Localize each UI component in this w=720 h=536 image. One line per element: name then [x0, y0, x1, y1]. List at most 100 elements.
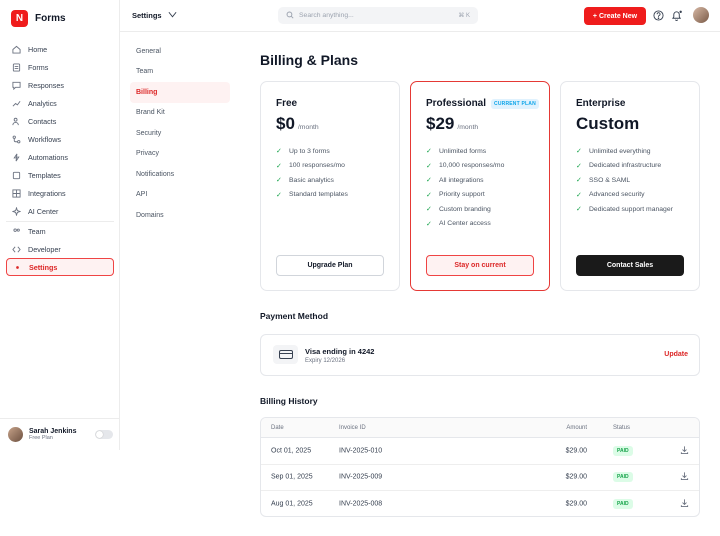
- stay-on-current-button[interactable]: Stay on current: [426, 255, 534, 276]
- sidebar-item-contacts[interactable]: Contacts: [6, 112, 114, 130]
- sidebar-item-label: Settings: [29, 262, 58, 272]
- sidebar-item-home[interactable]: Home: [6, 40, 114, 58]
- subnav-item-notifications[interactable]: Notifications: [120, 164, 240, 185]
- download-icon[interactable]: [680, 472, 689, 483]
- subnav-item-api[interactable]: API: [120, 185, 240, 206]
- sidebar-item-label: Analytics: [28, 98, 57, 108]
- invoice-amount: $29.00: [565, 500, 587, 508]
- feature-item: ✓ Advanced security: [576, 188, 673, 203]
- breadcrumb[interactable]: Settings: [132, 11, 177, 20]
- chat-icon: [12, 81, 21, 90]
- sidebar-item-automations[interactable]: Automations: [6, 148, 114, 166]
- sidebar-item-ai-center[interactable]: AI Center: [6, 202, 114, 220]
- brand[interactable]: N Forms: [11, 10, 66, 27]
- plan-price: $29 /month: [426, 114, 478, 134]
- feature-label: Up to 3 forms: [289, 147, 330, 155]
- home-icon: [12, 45, 21, 54]
- plan-name: Professional CURRENT PLAN: [426, 98, 539, 109]
- check-icon: ✓: [576, 148, 582, 156]
- upgrade-plan-button[interactable]: Upgrade Plan: [276, 255, 384, 276]
- check-icon: ✓: [576, 162, 582, 170]
- feature-list: ✓ Up to 3 forms ✓ 100 responses/mo ✓ Basic …: [276, 144, 348, 202]
- card-expiry: Expiry 12/2026: [305, 358, 346, 364]
- invoice-id: INV-2025-009: [339, 473, 383, 481]
- price-period: /month: [457, 124, 479, 131]
- sidebar-item-label: Team: [28, 226, 46, 236]
- sidebar-item-responses[interactable]: Responses: [6, 76, 114, 94]
- sidebar-item-analytics[interactable]: Analytics: [6, 94, 114, 112]
- notification-bell-icon[interactable]: [671, 10, 682, 21]
- sidebar-item-team[interactable]: Team: [6, 222, 114, 240]
- check-icon: ✓: [276, 177, 282, 185]
- users-icon: [12, 117, 21, 126]
- user-name: Sarah Jenkins: [29, 428, 77, 435]
- subnav-item-billing[interactable]: Billing: [130, 82, 230, 103]
- check-icon: ✓: [576, 206, 582, 214]
- user-profile[interactable]: Sarah Jenkins Free Plan: [0, 418, 120, 450]
- brand-name: Forms: [35, 13, 66, 24]
- price-period: /month: [297, 124, 319, 131]
- subnav-item-brand-kit[interactable]: Brand Kit: [120, 103, 240, 124]
- feature-item: ✓ Dedicated infrastructure: [576, 159, 673, 174]
- workflow-icon: [12, 135, 21, 144]
- subnav-item-general[interactable]: General: [120, 41, 240, 62]
- automation-icon: [12, 153, 21, 162]
- feature-label: All integrations: [439, 176, 484, 184]
- sidebar-item-forms[interactable]: Forms: [6, 58, 114, 76]
- subnav-item-privacy[interactable]: Privacy: [120, 144, 240, 165]
- check-icon: ✓: [276, 148, 282, 156]
- column-header-invoice: Invoice ID: [339, 424, 366, 431]
- sidebar-item-label: Home: [28, 44, 48, 54]
- subnav-item-security[interactable]: Security: [120, 123, 240, 144]
- search-icon: [286, 11, 294, 21]
- create-new-button[interactable]: + Create New: [584, 7, 646, 25]
- sidebar-item-workflows[interactable]: Workflows: [6, 130, 114, 148]
- breadcrumb-label: Settings: [132, 11, 162, 20]
- subnav-item-domains[interactable]: Domains: [120, 205, 240, 226]
- sidebar: N Forms Home Forms Responses Analytics C…: [0, 0, 120, 450]
- sidebar-item-settings[interactable]: Settings: [6, 258, 114, 276]
- theme-toggle[interactable]: [95, 430, 113, 439]
- column-header-status: Status: [613, 424, 631, 431]
- check-icon: ✓: [576, 177, 582, 185]
- check-icon: ✓: [426, 206, 432, 214]
- feature-label: Dedicated support manager: [589, 205, 673, 213]
- code-icon: [12, 245, 21, 254]
- feature-item: ✓ Standard templates: [276, 188, 348, 203]
- page-title: Billing & Plans: [260, 52, 359, 68]
- team-icon: [12, 227, 21, 236]
- feature-label: Standard templates: [289, 191, 348, 199]
- feature-label: SSO & SAML: [589, 176, 631, 184]
- download-icon[interactable]: [680, 499, 689, 510]
- subnav-spacer: [120, 32, 240, 41]
- feature-label: Priority support: [439, 191, 485, 199]
- search-input[interactable]: Search anything... ⌘ K: [278, 7, 478, 24]
- feature-item: ✓ Custom branding: [426, 202, 504, 217]
- status-badge: PAID: [613, 499, 633, 510]
- feature-item: ✓ Unlimited forms: [426, 144, 504, 159]
- document-icon: [12, 62, 21, 72]
- invoice-date: Aug 01, 2025: [271, 500, 313, 508]
- feature-label: Custom branding: [439, 205, 491, 213]
- sidebar-item-templates[interactable]: Templates: [6, 166, 114, 184]
- update-payment-link[interactable]: Update: [664, 351, 688, 358]
- sidebar-item-developer[interactable]: Developer: [6, 240, 114, 258]
- price-amount: Custom: [576, 114, 640, 133]
- sidebar-item-integrations[interactable]: Integrations: [6, 184, 114, 202]
- feature-item: ✓ SSO & SAML: [576, 173, 673, 188]
- check-icon: ✓: [426, 177, 432, 185]
- sidebar-nav: Home Forms Responses Analytics Contacts …: [6, 40, 114, 276]
- invoice-date: Oct 01, 2025: [271, 447, 312, 455]
- plan-price: Custom: [576, 114, 639, 134]
- download-icon[interactable]: [680, 445, 689, 456]
- table-row: Sep 01, 2025 INV-2025-009 $29.00 PAID: [261, 465, 699, 492]
- help-icon[interactable]: [653, 10, 664, 21]
- user-plan: Free Plan: [29, 435, 53, 441]
- subnav-item-team[interactable]: Team: [120, 62, 240, 83]
- feature-label: Advanced security: [589, 191, 645, 199]
- check-icon: ✓: [276, 191, 282, 199]
- feature-label: Dedicated infrastructure: [589, 162, 662, 170]
- header-avatar[interactable]: [693, 7, 709, 23]
- contact-sales-button[interactable]: Contact Sales: [576, 255, 684, 276]
- sparkle-icon: [12, 206, 21, 216]
